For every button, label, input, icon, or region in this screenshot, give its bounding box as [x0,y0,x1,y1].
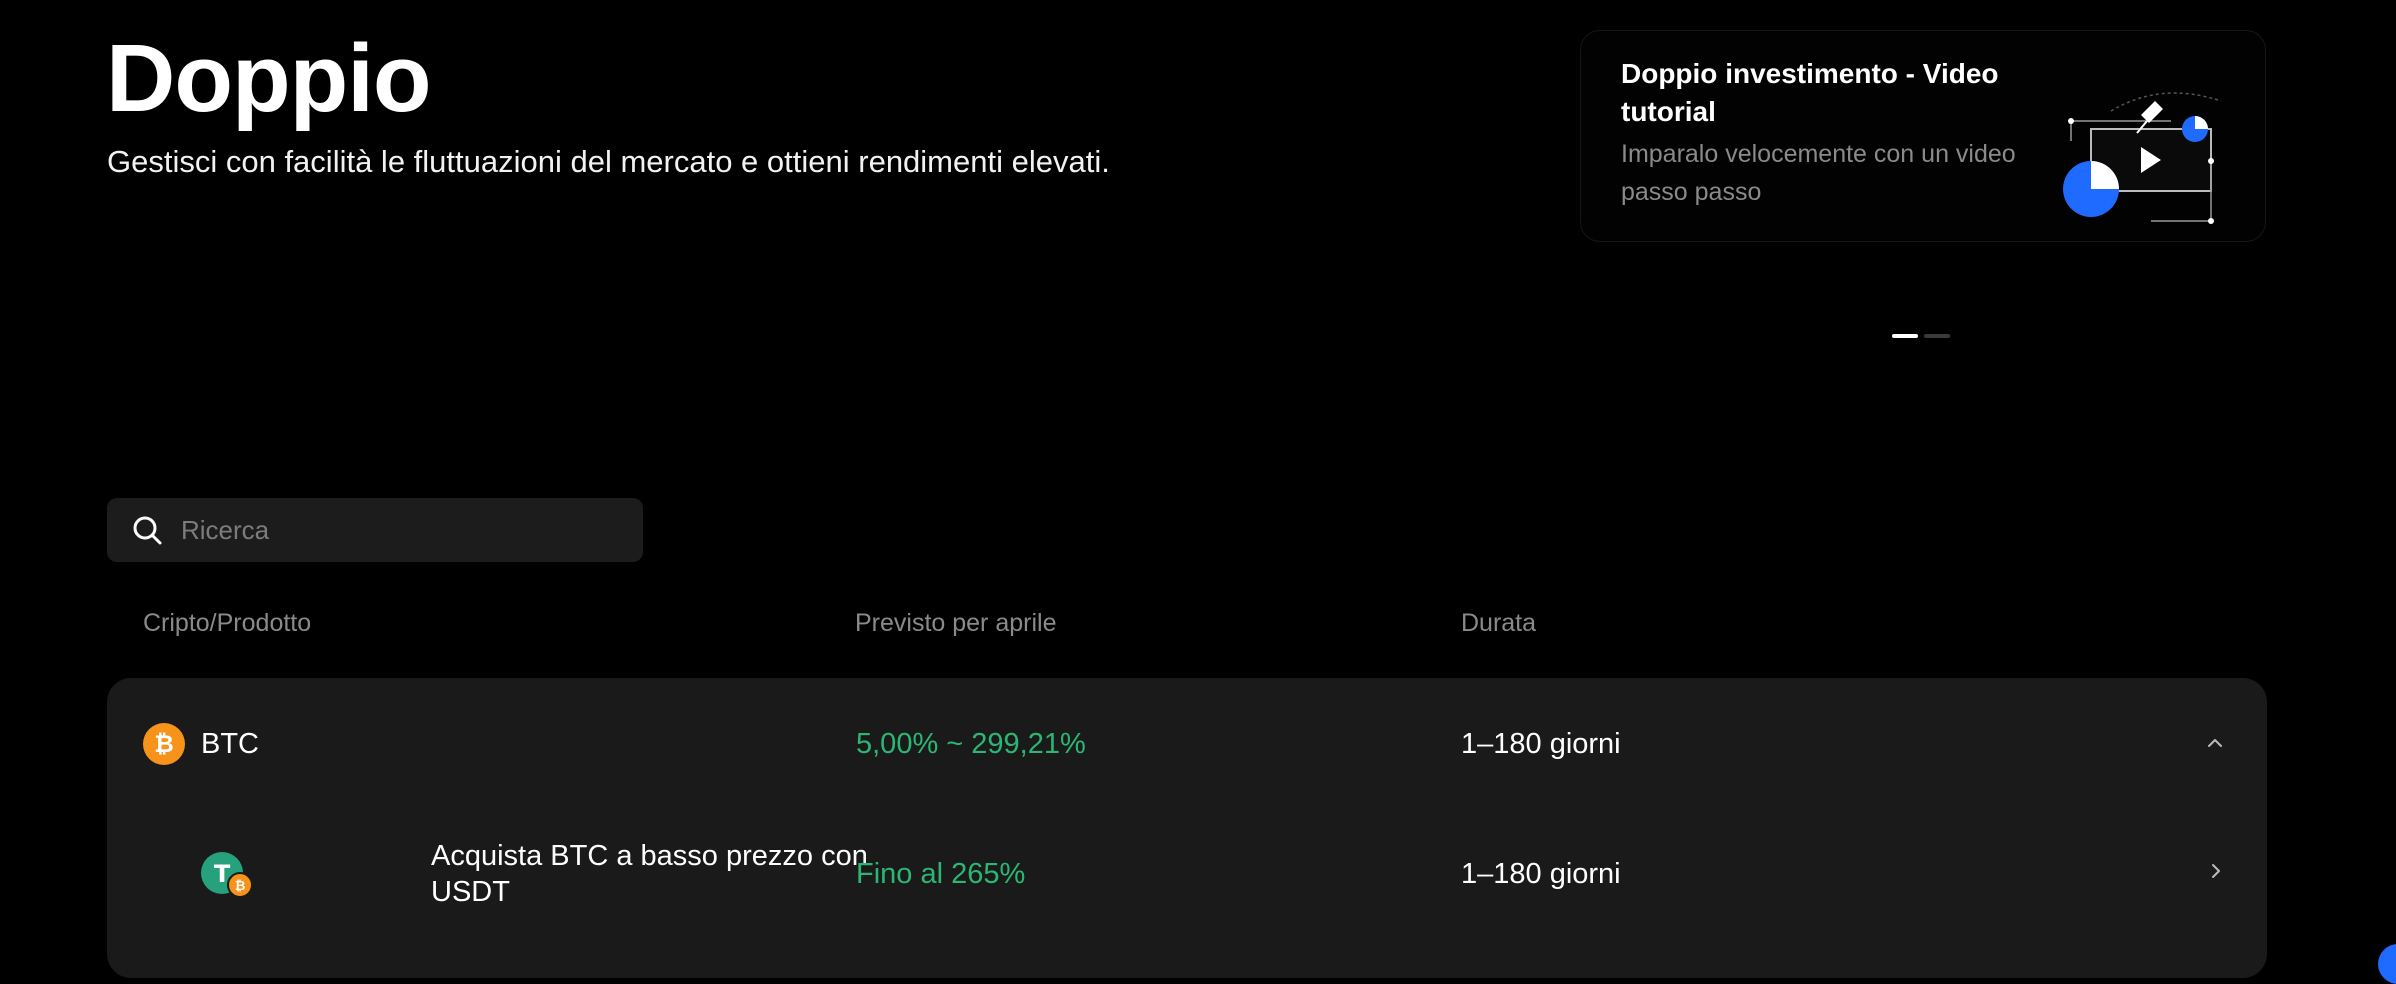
asset-duration: 1–180 giorni [1461,728,1621,760]
column-header-product: Cripto/Prodotto [143,609,312,637]
video-tutorial-card[interactable]: Doppio investimento - Video tutorial Imp… [1580,30,2266,242]
svg-text:₿: ₿ [235,879,246,894]
column-header-duration: Durata [1461,609,1537,637]
promo-title: Doppio investimento - Video tutorial [1621,58,1999,127]
search-icon [133,516,162,545]
product-row[interactable]: T ₿ Acquista BTC a basso prezzo con USDT… [107,808,2267,938]
usdt-btc-pair-icon: T ₿ [201,852,253,898]
page-subtitle: Gestisci con facilità le fluttuazioni de… [107,144,1110,179]
asset-table: ₿ BTC 5,00% ~ 299,21% 1–180 giorni T ₿ A… [107,678,2267,978]
page-title: Doppio [106,25,432,132]
chevron-right-icon[interactable] [2209,862,2223,880]
product-apr: Fino al 265% [856,858,1026,890]
search-box[interactable] [107,498,643,562]
product-duration: 1–180 giorni [1461,858,1621,890]
carousel-dot-2[interactable] [1924,334,1950,338]
carousel-dot-1[interactable] [1892,334,1918,338]
promo-description: Imparalo velocemente con un video passo … [1621,140,2016,206]
support-chat-button[interactable] [2378,944,2396,984]
svg-text:₿: ₿ [154,730,174,758]
table-row-btc[interactable]: ₿ BTC 5,00% ~ 299,21% 1–180 giorni [107,678,2267,808]
carousel-indicator [1892,334,1950,338]
search-input[interactable] [181,498,621,562]
column-header-apr: Previsto per aprile [855,609,1057,637]
chevron-up-icon[interactable] [2206,736,2224,750]
asset-apr: 5,00% ~ 299,21% [856,728,1086,760]
bitcoin-icon: ₿ [143,723,185,765]
asset-name: BTC [201,728,259,760]
video-play-illustration-icon [2063,92,2222,224]
